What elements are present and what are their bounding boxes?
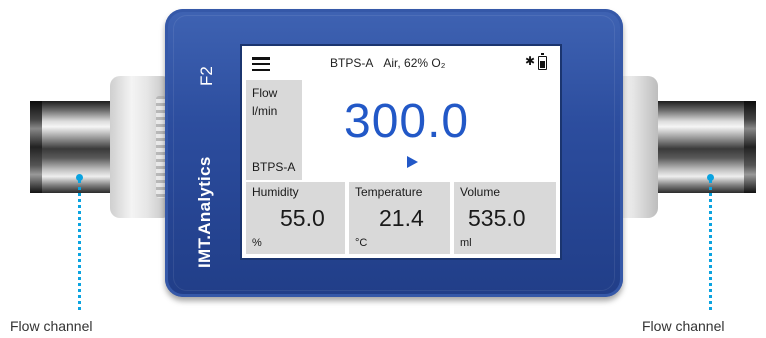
device-screen[interactable]: BTPS-A Air, 62% O₂ ✱ Flow l/min BTPS-A 30… — [242, 46, 560, 258]
left-callout-line — [76, 174, 83, 310]
humidity-label: Humidity — [252, 185, 299, 199]
device-model-label: F2 — [197, 66, 216, 86]
screen-topbar: BTPS-A Air, 62% O₂ ✱ — [242, 46, 560, 80]
humidity-value: 55.0 — [280, 205, 325, 231]
humidity-unit: % — [252, 237, 262, 249]
humidity-cell[interactable]: Humidity 55.0 % — [246, 182, 345, 254]
right-callout-line — [707, 174, 714, 310]
flow-mode: BTPS-A — [252, 160, 296, 174]
temperature-value: 21.4 — [379, 205, 424, 231]
brand-logo: IMT.Analytics — [195, 156, 214, 268]
menu-icon[interactable] — [252, 57, 270, 72]
left-flow-channel-caption: Flow channel — [10, 318, 93, 334]
play-icon[interactable] — [407, 156, 418, 168]
battery-icon — [538, 53, 547, 70]
right-flow-channel-caption: Flow channel — [642, 318, 725, 334]
flow-value: 300.0 — [344, 95, 470, 148]
status-gas: Air, 62% O₂ — [383, 56, 446, 70]
temperature-cell[interactable]: Temperature 21.4 °C — [349, 182, 450, 254]
status-mode: BTPS-A — [330, 56, 374, 70]
temperature-label: Temperature — [355, 185, 423, 199]
volume-label: Volume — [460, 185, 501, 199]
flow-label: Flow — [252, 86, 278, 100]
volume-value: 535.0 — [468, 205, 526, 231]
left-connector-collar — [110, 76, 172, 218]
temperature-unit: °C — [355, 237, 368, 249]
status-text: BTPS-A Air, 62% O₂ — [330, 56, 455, 70]
flow-unit: l/min — [252, 104, 278, 118]
bluetooth-icon: ✱ — [525, 54, 536, 68]
volume-unit: ml — [460, 237, 472, 249]
volume-cell[interactable]: Volume 535.0 ml — [454, 182, 556, 254]
flow-label-cell[interactable]: Flow l/min BTPS-A — [246, 80, 302, 180]
